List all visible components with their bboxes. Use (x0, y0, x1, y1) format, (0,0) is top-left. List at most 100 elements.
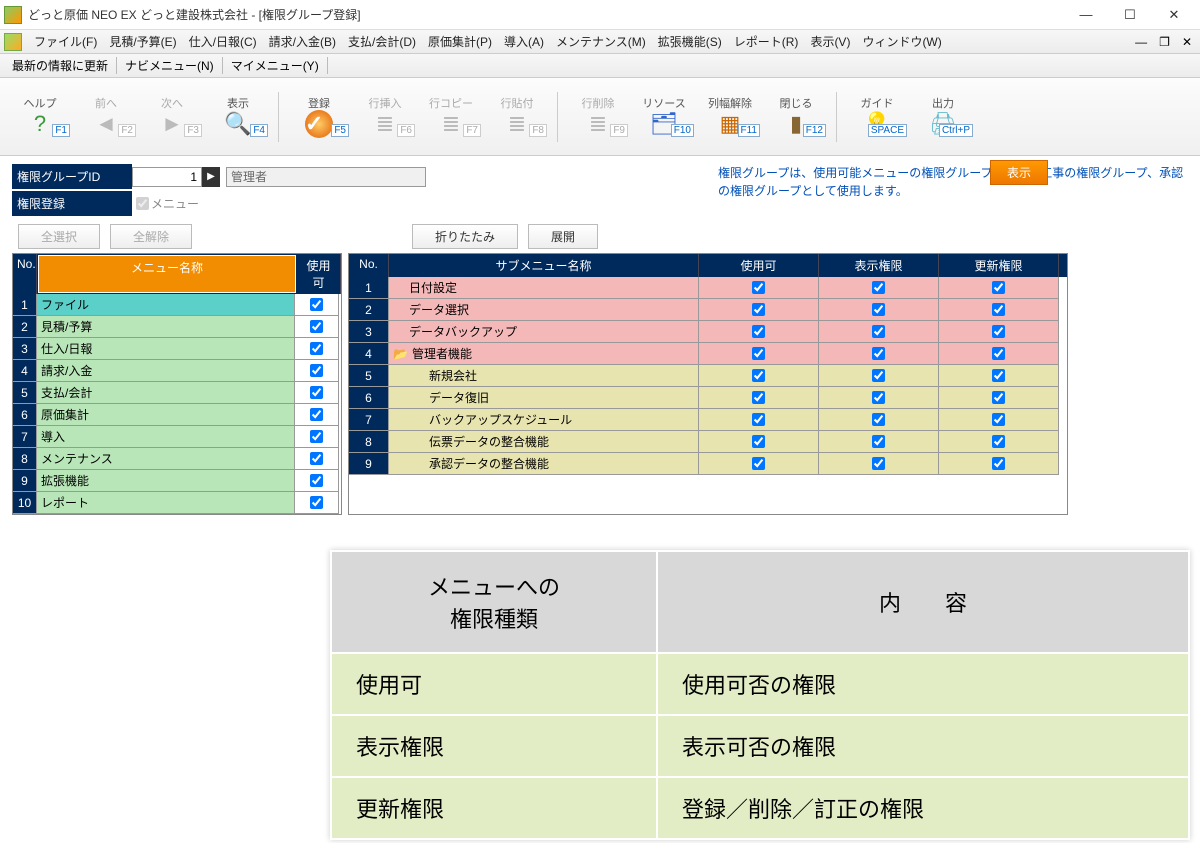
toolbar-列幅解除[interactable]: 列幅解除▦F11 (700, 95, 760, 139)
group-name-input[interactable] (226, 167, 426, 187)
submenu-row-upd[interactable] (992, 281, 1005, 294)
submenu-row-use[interactable] (752, 325, 765, 338)
menu-row[interactable]: 2見積/予算 (13, 316, 341, 338)
display-button[interactable]: 表示 (990, 160, 1048, 185)
group-id-input[interactable] (132, 167, 202, 187)
submenu-row-disp[interactable] (872, 369, 885, 382)
toolbar-ヘルプ[interactable]: ヘルプ?F1 (10, 95, 70, 139)
menu-item-2[interactable]: 仕入/日報(C) (183, 31, 263, 52)
submenu-row[interactable]: 3データバックアップ (349, 321, 1067, 343)
submenu-row[interactable]: 6データ復旧 (349, 387, 1067, 409)
submenu-row-use[interactable] (752, 391, 765, 404)
select-all-button[interactable]: 全選択 (18, 224, 100, 249)
toolbar-閉じる[interactable]: 閉じる▮F12 (766, 95, 826, 139)
menu-row-use[interactable] (310, 386, 323, 399)
menu-row[interactable]: 4請求/入金 (13, 360, 341, 382)
submenu-row[interactable]: 4📂管理者機能 (349, 343, 1067, 365)
submenu-row-upd[interactable] (992, 457, 1005, 470)
menu-row[interactable]: 7導入 (13, 426, 341, 448)
submenu-row-disp[interactable] (872, 457, 885, 470)
minimize-button[interactable]: — (1064, 1, 1108, 29)
submenu-row[interactable]: 5新規会社 (349, 365, 1067, 387)
submenu-row-use[interactable] (752, 435, 765, 448)
menu-item-4[interactable]: 支払/会計(D) (342, 31, 422, 52)
menu-row[interactable]: 5支払/会計 (13, 382, 341, 404)
window-title: どっと原価 NEO EX どっと建設株式会社 - [権限グループ登録] (28, 6, 1064, 23)
menu-row-use[interactable] (310, 342, 323, 355)
submenu-row[interactable]: 1日付設定 (349, 277, 1067, 299)
submenu-row[interactable]: 7バックアップスケジュール (349, 409, 1067, 431)
menu-item-3[interactable]: 請求/入金(B) (263, 31, 342, 52)
toolbar-表示[interactable]: 表示🔍F4 (208, 95, 268, 139)
menu-item-10[interactable]: 表示(V) (804, 31, 856, 52)
submenu-row-disp[interactable] (872, 391, 885, 404)
menu-row[interactable]: 6原価集計 (13, 404, 341, 426)
menu-row[interactable]: 9拡張機能 (13, 470, 341, 492)
menu-row-use[interactable] (310, 452, 323, 465)
maximize-button[interactable]: ☐ (1108, 1, 1152, 29)
submenu-row-disp[interactable] (872, 347, 885, 360)
submenu-row-use[interactable] (752, 347, 765, 360)
submenu-row-upd[interactable] (992, 347, 1005, 360)
toolbar-出力[interactable]: 出力🖨Ctrl+P (913, 95, 973, 139)
submenu-row-use[interactable] (752, 413, 765, 426)
menu-row-use[interactable] (310, 496, 323, 509)
menu-row-use[interactable] (310, 474, 323, 487)
submenu-item-1[interactable]: ナビメニュー(N) (117, 57, 223, 74)
menu-row[interactable]: 8メンテナンス (13, 448, 341, 470)
submenu-row[interactable]: 9承認データの整合機能 (349, 453, 1067, 475)
submenu-row-use[interactable] (752, 303, 765, 316)
submenu-row[interactable]: 2データ選択 (349, 299, 1067, 321)
submenu-row-upd[interactable] (992, 325, 1005, 338)
menu-row-use[interactable] (310, 320, 323, 333)
menu-item-5[interactable]: 原価集計(P) (422, 31, 498, 52)
mdi-close[interactable]: ✕ (1178, 35, 1196, 49)
close-button[interactable]: ✕ (1152, 1, 1196, 29)
menu-grid-header-name: メニュー名称 (38, 255, 296, 293)
submenu-row[interactable]: 8伝票データの整合機能 (349, 431, 1067, 453)
submenu-row-use[interactable] (752, 369, 765, 382)
submenu-row-disp[interactable] (872, 325, 885, 338)
submenu-item-0[interactable]: 最新の情報に更新 (4, 57, 117, 74)
submenu-item-2[interactable]: マイメニュー(Y) (223, 57, 328, 74)
menu-checkbox[interactable] (136, 197, 149, 210)
clear-all-button[interactable]: 全解除 (110, 224, 192, 249)
group-id-lookup[interactable]: ▶ (202, 167, 220, 187)
submenu-row-upd[interactable] (992, 369, 1005, 382)
menu-item-8[interactable]: 拡張機能(S) (652, 31, 728, 52)
submenu-row-upd[interactable] (992, 303, 1005, 316)
submenu-row-use[interactable] (752, 281, 765, 294)
menu-row[interactable]: 3仕入/日報 (13, 338, 341, 360)
toolbar-登録[interactable]: 登録✓F5 (289, 95, 349, 139)
menu-row-use[interactable] (310, 298, 323, 311)
menu-item-7[interactable]: メンテナンス(M) (550, 31, 652, 52)
submenu-row-use[interactable] (752, 457, 765, 470)
menu-checkbox-label[interactable]: メニュー (136, 195, 199, 212)
menu-item-0[interactable]: ファイル(F) (28, 31, 103, 52)
submenu-grid-header-no: No. (349, 254, 389, 277)
menu-row[interactable]: 10レポート (13, 492, 341, 514)
submenu-row-disp[interactable] (872, 281, 885, 294)
submenu-row-upd[interactable] (992, 391, 1005, 404)
menu-item-6[interactable]: 導入(A) (498, 31, 550, 52)
menu-item-11[interactable]: ウィンドウ(W) (856, 31, 947, 52)
mdi-restore[interactable]: ❐ (1155, 35, 1174, 49)
collapse-button[interactable]: 折りたたみ (412, 224, 518, 249)
submenu-row-upd[interactable] (992, 435, 1005, 448)
submenu-row-disp[interactable] (872, 435, 885, 448)
submenu-row-name: データバックアップ (389, 321, 699, 343)
expand-button[interactable]: 展開 (528, 224, 598, 249)
menu-item-9[interactable]: レポート(R) (728, 31, 805, 52)
toolbar-ガイド[interactable]: ガイド💡SPACE (847, 95, 907, 139)
menu-item-1[interactable]: 見積/予算(E) (103, 31, 182, 52)
menu-row-use[interactable] (310, 408, 323, 421)
toolbar-リソース[interactable]: リソース🗂F10 (634, 95, 694, 139)
mdi-minimize[interactable]: — (1131, 35, 1151, 49)
submenu-row-disp[interactable] (872, 413, 885, 426)
folder-icon: 📂 (393, 347, 408, 361)
menu-row-use[interactable] (310, 364, 323, 377)
submenu-row-upd[interactable] (992, 413, 1005, 426)
menu-row[interactable]: 1ファイル (13, 294, 341, 316)
submenu-row-disp[interactable] (872, 303, 885, 316)
menu-row-use[interactable] (310, 430, 323, 443)
